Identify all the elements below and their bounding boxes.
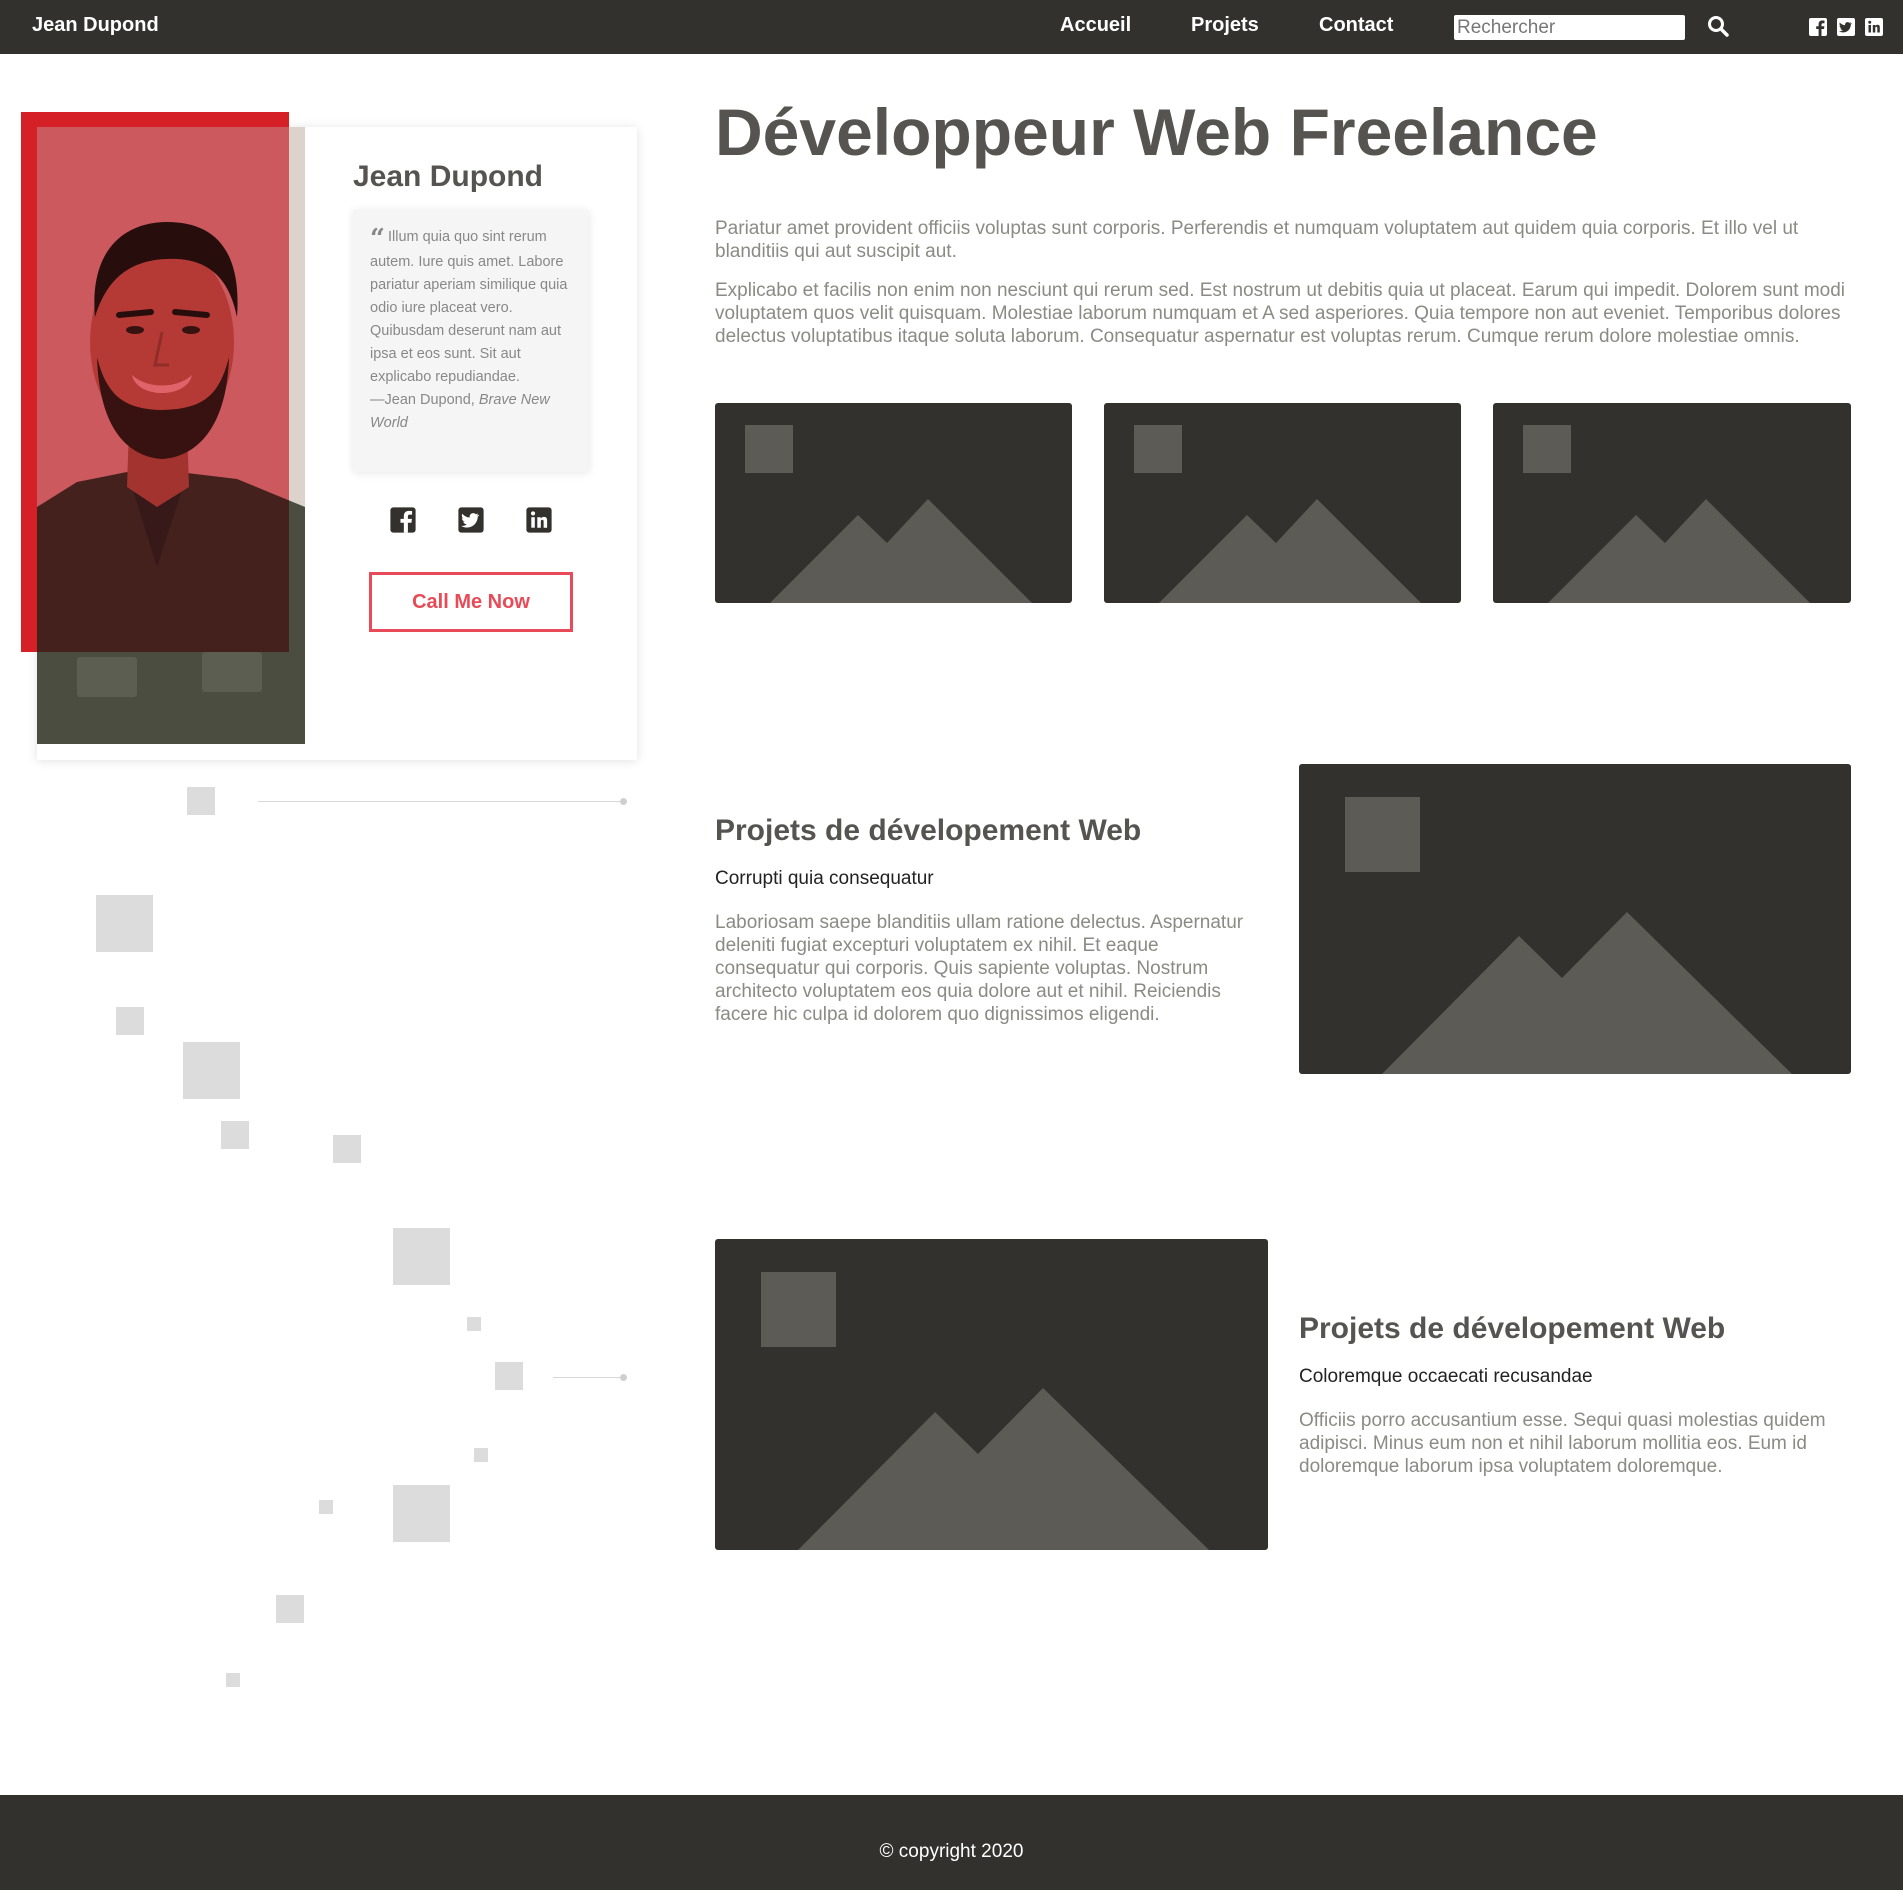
decor-square: [226, 1673, 240, 1687]
decor-dot: [620, 798, 627, 805]
decor-square: [495, 1362, 523, 1390]
decor-square: [333, 1135, 361, 1163]
project-2-text: Officiis porro accusantium esse. Sequi q…: [1299, 1410, 1826, 1477]
image-placeholder: [715, 403, 1072, 603]
intro-paragraph-2: Explicabo et facilis non enim non nesciu…: [715, 280, 1846, 347]
twitter-icon[interactable]: [1836, 17, 1856, 37]
project-1-image: [1299, 764, 1851, 1074]
project-1-title: Projets de dévelopement Web: [715, 814, 1142, 847]
decor-line: [553, 1377, 624, 1378]
quote-icon: “: [370, 224, 385, 254]
linkedin-icon[interactable]: [525, 506, 553, 534]
decor-line: [258, 801, 624, 802]
decor-square: [319, 1500, 333, 1514]
nav-link-contact[interactable]: Contact: [1319, 14, 1393, 37]
quote-box: “Illum quia quo sint rerum autem. Iure q…: [353, 210, 589, 472]
decor-square: [467, 1317, 481, 1331]
call-me-now-button[interactable]: Call Me Now: [369, 572, 573, 632]
decor-square: [276, 1595, 304, 1623]
nav-link-projets[interactable]: Projets: [1191, 14, 1259, 37]
decor-square: [393, 1228, 450, 1285]
decor-square: [474, 1448, 488, 1462]
twitter-icon[interactable]: [457, 506, 485, 534]
project-2-subtitle: Coloremque occaecati recusandae: [1299, 1366, 1593, 1387]
page-title: Développeur Web Freelance: [715, 95, 1598, 169]
project-1-text: Laboriosam saepe blanditiis ullam ration…: [715, 912, 1244, 1025]
decor-square: [393, 1485, 450, 1542]
project-2-image: [715, 1239, 1268, 1550]
facebook-icon[interactable]: [1808, 17, 1828, 37]
photo-overlay: [21, 112, 289, 652]
brand-logo[interactable]: Jean Dupond: [32, 14, 159, 37]
decor-square: [221, 1121, 249, 1149]
decor-square: [116, 1007, 144, 1035]
decor-square: [187, 787, 215, 815]
profile-name: Jean Dupond: [353, 160, 544, 193]
image-placeholder: [1104, 403, 1461, 603]
linkedin-icon[interactable]: [1864, 17, 1884, 37]
project-1-subtitle: Corrupti quia consequatur: [715, 868, 934, 889]
decor-square: [96, 895, 153, 952]
decor-square: [183, 1042, 240, 1099]
quote-author: —Jean Dupond, Brave New World: [370, 392, 550, 431]
image-placeholder: [1493, 403, 1851, 603]
quote-text: Illum quia quo sint rerum autem. Iure qu…: [370, 229, 568, 385]
nav-link-accueil[interactable]: Accueil: [1060, 14, 1131, 37]
copyright-text: © copyright 2020: [879, 1841, 1024, 1862]
search-icon[interactable]: [1706, 14, 1730, 38]
decor-dot: [620, 1374, 627, 1381]
navbar: Jean Dupond Accueil Projets Contact: [0, 0, 1903, 54]
project-2-title: Projets de dévelopement Web: [1299, 1312, 1726, 1345]
intro-paragraph-1: Pariatur amet provident officiis volupta…: [715, 218, 1799, 262]
search-input[interactable]: [1454, 15, 1685, 40]
facebook-icon[interactable]: [389, 506, 417, 534]
footer: © copyright 2020: [0, 1795, 1903, 1890]
